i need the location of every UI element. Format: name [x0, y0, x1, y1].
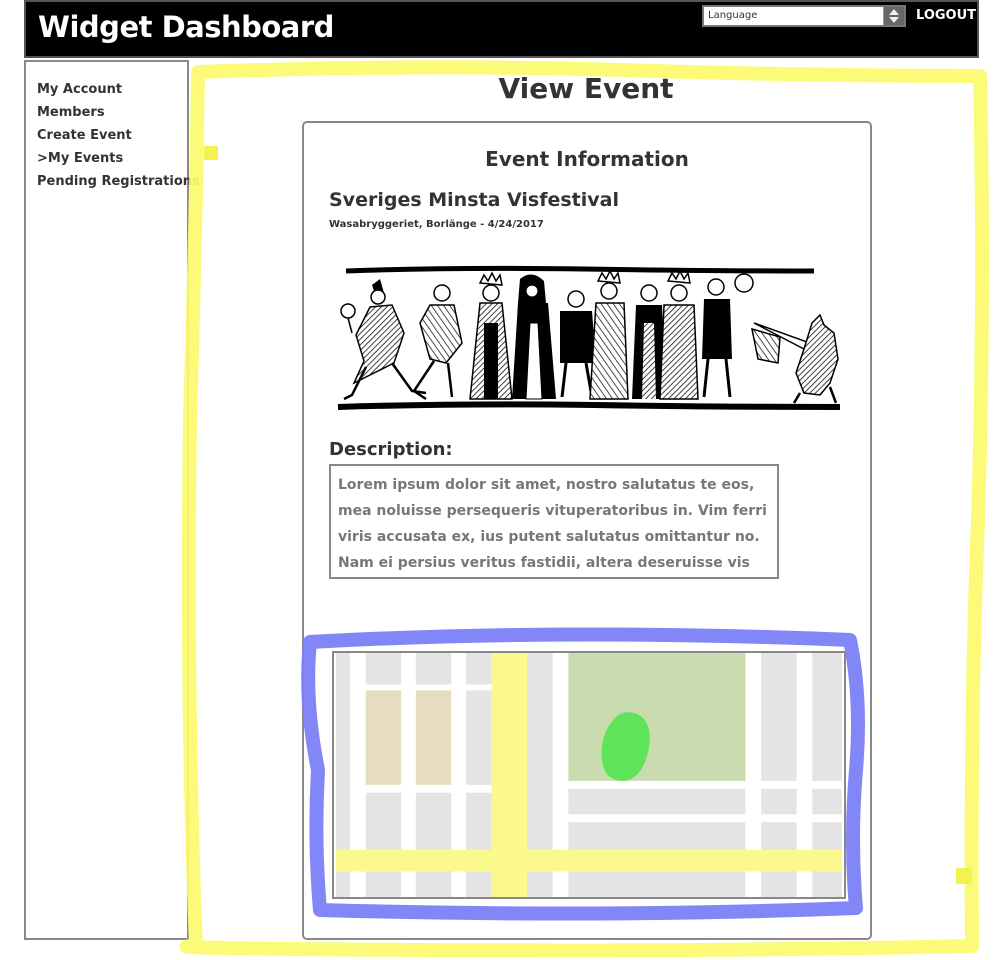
- sidebar-nav: My Account Members Create Event >My Even…: [24, 60, 200, 940]
- description-textbox[interactable]: Lorem ipsum dolor sit amet, nostro salut…: [329, 464, 779, 579]
- language-select-value: Language: [708, 10, 758, 21]
- sidebar-item-create-event[interactable]: Create Event: [37, 128, 132, 143]
- location-map[interactable]: [332, 651, 846, 899]
- sidebar-item-members[interactable]: Members: [37, 105, 105, 120]
- header-bar: Widget Dashboard Language LOGOUT: [24, 0, 979, 58]
- event-image: [334, 263, 844, 415]
- sidebar-item-my-account[interactable]: My Account: [37, 82, 122, 97]
- description-label: Description:: [329, 439, 453, 460]
- sidebar-item-my-events[interactable]: >My Events: [37, 151, 123, 166]
- panel-heading: Event Information: [485, 147, 689, 171]
- app-title: Widget Dashboard: [38, 10, 334, 44]
- event-name: Sveriges Minsta Visfestival: [329, 189, 619, 211]
- event-info-panel: Event Information Sveriges Minsta Visfes…: [302, 121, 872, 940]
- up-down-arrows-icon[interactable]: [883, 7, 904, 25]
- language-select[interactable]: Language: [702, 5, 906, 27]
- page-title: View Event: [498, 72, 674, 105]
- logout-link[interactable]: LOGOUT: [916, 8, 976, 23]
- event-location-date: Wasabryggeriet, Borlänge - 4/24/2017: [329, 219, 544, 230]
- sidebar-item-pending-registrations[interactable]: Pending Registrations: [37, 174, 200, 189]
